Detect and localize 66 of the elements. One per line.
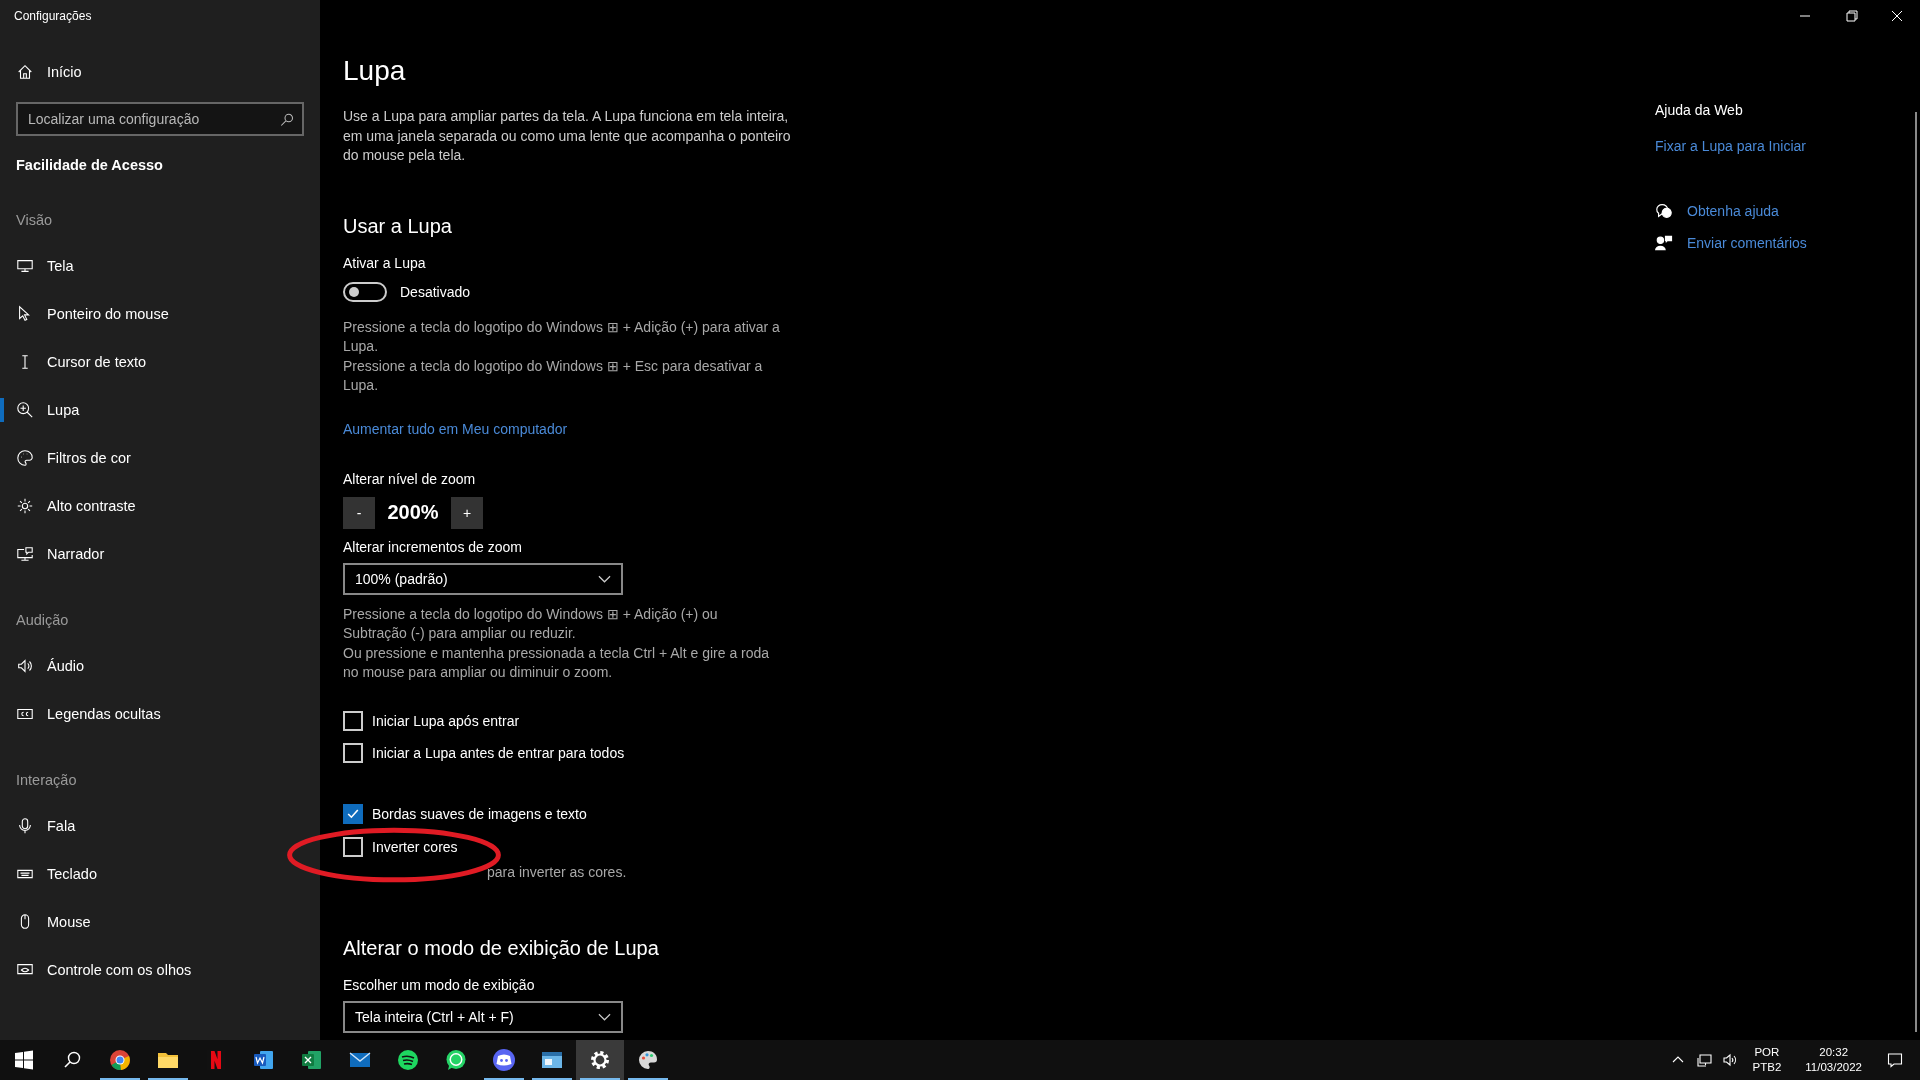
speaker-icon <box>16 657 34 675</box>
field-label: Alterar incrementos de zoom <box>343 537 523 557</box>
sidebar-item[interactable]: Ponteiro do mouse <box>0 290 320 338</box>
sidebar-item[interactable]: Mouse <box>0 898 320 946</box>
page-title: Lupa <box>343 54 407 88</box>
sidebar-item[interactable]: Teclado <box>0 850 320 898</box>
search-field[interactable]: Localizar uma configuração <box>16 102 304 136</box>
sidebar-item[interactable]: Filtros de cor <box>0 434 320 482</box>
palette-icon <box>16 449 34 467</box>
hint-text: Pressione a tecla do logotipo do Windows ⊞ + Adição (+) para ativar a Lupa. <box>343 317 781 356</box>
checkbox-label: Bordas suaves de imagens e texto <box>372 805 587 822</box>
zoom-in-button[interactable]: + <box>451 496 483 529</box>
sidebar-item[interactable]: Controle com os olhos <box>0 946 320 994</box>
window-title: Configurações <box>13 8 93 25</box>
group-label: Audição <box>15 611 70 630</box>
group-label: Visão <box>15 211 53 230</box>
link[interactable]: Aumentar tudo em Meu computador <box>343 418 568 439</box>
sidebar-item[interactable]: Cursor de texto <box>0 338 320 386</box>
checkbox-label: Inverter cores <box>372 838 458 855</box>
scrollbar[interactable] <box>1915 112 1917 1032</box>
hint-text: Pressione a tecla do logotipo do Windows ⊞ + Adição (+) ou Subtração (-) para ampliar ou reduzir. <box>343 604 719 643</box>
zoom-value: 200% <box>386 501 440 524</box>
section-heading: Usar a Lupa <box>343 213 453 239</box>
zoom-out-button[interactable]: - <box>343 496 375 529</box>
link[interactable]: Obtenha ajuda <box>1687 203 1779 219</box>
home-link[interactable]: Início <box>0 48 320 96</box>
feedback-icon <box>1655 234 1673 252</box>
chevron-icon <box>598 574 611 583</box>
hint-text: para inverter as cores. <box>487 862 627 882</box>
field-label: Alterar nível de zoom <box>343 469 477 489</box>
link[interactable]: Enviar comentários <box>1687 235 1807 251</box>
chevron-icon <box>598 1013 611 1021</box>
checkbox-label: Iniciar Lupa após entrar <box>372 712 520 729</box>
magnifier-icon <box>16 401 34 419</box>
toggle-state: Desativado <box>400 283 471 300</box>
dropdown[interactable]: Tela inteira (Ctrl + Alt + F) <box>343 1001 623 1033</box>
group-label: Interação <box>15 771 78 790</box>
search-icon <box>279 112 294 127</box>
toggle-label: Ativar a Lupa <box>343 253 427 273</box>
hint-text: Pressione a tecla do logotipo do Windows ⊞ + Esc para desativar a Lupa. <box>343 356 764 395</box>
sidebar-item[interactable]: Narrador <box>0 530 320 578</box>
dropdown[interactable]: 100% (padrão) <box>343 562 623 595</box>
checkbox[interactable] <box>343 803 363 824</box>
sidebar-item[interactable]: Áudio <box>0 642 320 690</box>
section-heading: Facilidade de Acesso <box>16 156 164 175</box>
microphone-icon <box>16 817 34 835</box>
description: Use a Lupa para ampliar partes da tela. A Lupa funciona em tela inteira, em uma janela separada ou como uma lente que acompanha o ponteiro do mouse pela tela. <box>343 107 792 165</box>
narrator-icon <box>16 545 34 563</box>
toggle-switch[interactable] <box>343 281 387 302</box>
home-icon <box>16 63 34 81</box>
sidebar-item[interactable]: Alto contraste <box>0 482 320 530</box>
language-indicator[interactable]: POR PTB2 <box>1744 1045 1790 1075</box>
sidebar-item[interactable]: Fala <box>0 802 320 850</box>
checkbox-label: Iniciar a Lupa antes de entrar para todos <box>372 744 625 761</box>
sun-icon <box>16 497 34 515</box>
sidebar-item[interactable]: Legendas ocultas <box>0 690 320 738</box>
help-chat-icon <box>1655 202 1673 220</box>
clock[interactable]: 20:32 11/03/2022 <box>1793 1045 1874 1075</box>
gear-icon[interactable] <box>576 1040 624 1080</box>
sidebar-item[interactable]: Tela <box>0 242 320 290</box>
help-heading: Ajuda da Web <box>1655 101 1744 120</box>
link[interactable]: Fixar a Lupa para Iniciar <box>1655 138 1920 154</box>
section-heading: Alterar o modo de exibição de Lupa <box>343 936 660 961</box>
hint-text: Ou pressione e mantenha pressionada a tecla Ctrl + Alt e gire a roda no mouse para ampliar ou diminuir o zoom. <box>343 643 771 682</box>
field-label: Escolher um modo de exibição <box>343 976 536 995</box>
monitor-icon <box>16 257 34 275</box>
